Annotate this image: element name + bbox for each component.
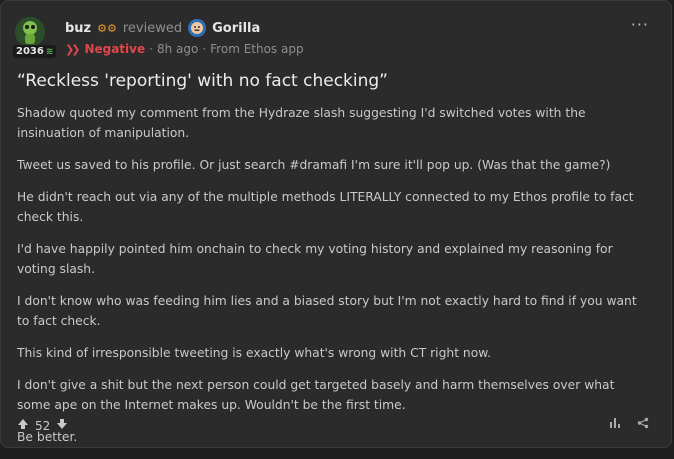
- author-score: 2036: [16, 46, 44, 57]
- author-name[interactable]: buz: [65, 21, 91, 36]
- review-paragraph: This kind of irresponsible tweeting is e…: [17, 346, 492, 360]
- review-paragraph: Tweet us saved to his profile. Or just s…: [17, 158, 611, 172]
- review-actions: [609, 417, 649, 429]
- vote-controls: 52: [17, 418, 68, 433]
- arrow-up-icon[interactable]: [17, 418, 29, 433]
- share-icon[interactable]: [637, 417, 649, 429]
- review-paragraph: I'd have happily pointed him onchain to …: [17, 242, 613, 276]
- meta-separator: ·: [149, 42, 153, 56]
- author-avatar[interactable]: [15, 17, 45, 47]
- review-source: From Ethos app: [210, 42, 304, 56]
- review-header: buz ⚙⚙ reviewed Gorilla: [65, 19, 260, 37]
- score-level-icon: ≋: [45, 46, 54, 57]
- review-title: “Reckless 'reporting' with no fact check…: [17, 71, 388, 91]
- review-paragraph: I don't give a shit but the next person …: [17, 378, 615, 412]
- more-options-icon[interactable]: ···: [631, 15, 649, 34]
- review-paragraph: He didn't reach out via any of the multi…: [17, 190, 634, 224]
- meta-separator: ·: [202, 42, 207, 56]
- review-paragraph: Be better.: [17, 430, 78, 444]
- review-meta: ❯❯ Negative · 8h ago · From Ethos app: [65, 42, 304, 56]
- reviewed-label: reviewed: [122, 20, 183, 36]
- vote-count: 52: [35, 418, 51, 433]
- arrow-down-icon[interactable]: [56, 418, 68, 433]
- subject-name[interactable]: Gorilla: [212, 21, 260, 36]
- review-card: 2036 ≋ buz ⚙⚙ reviewed Gorilla ❯❯ Negati…: [0, 0, 672, 448]
- review-paragraph: Shadow quoted my comment from the Hydraz…: [17, 106, 586, 140]
- review-body: Shadow quoted my comment from the Hydraz…: [17, 103, 647, 459]
- author-badge-icon: ⚙⚙: [97, 21, 117, 35]
- author-avatar-wrap[interactable]: [15, 17, 45, 47]
- subject-avatar[interactable]: [188, 19, 207, 37]
- review-time: 8h ago: [156, 42, 199, 56]
- author-score-badge: 2036 ≋: [13, 45, 57, 58]
- negative-sentiment-icon: ❯❯: [65, 42, 81, 56]
- bar-chart-icon[interactable]: [609, 417, 621, 429]
- sentiment-label: Negative: [84, 42, 146, 56]
- review-paragraph: I don't know who was feeding him lies an…: [17, 294, 637, 328]
